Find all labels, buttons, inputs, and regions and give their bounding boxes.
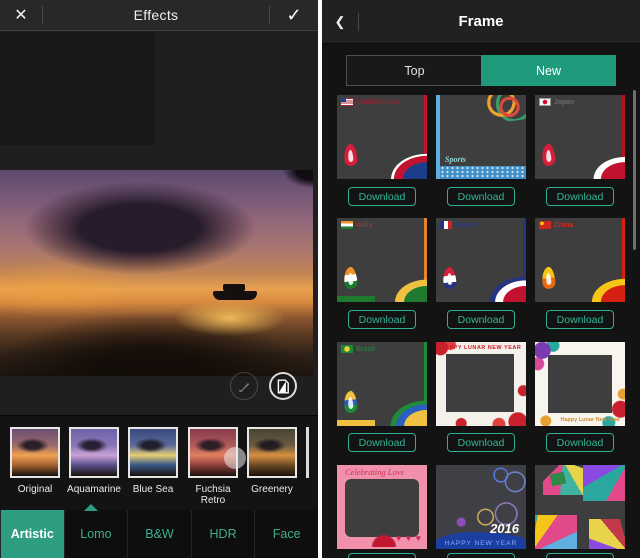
photo-preview[interactable] [0, 170, 313, 376]
us-flag-icon [341, 98, 353, 106]
filter-thumb-original[interactable] [10, 427, 60, 478]
tab-hdr[interactable]: HDR [191, 510, 255, 558]
background-shade [0, 32, 155, 145]
boat-silhouette [213, 291, 257, 300]
frame-caption: Happy Lunar New Year [560, 417, 620, 423]
china-flag-icon [539, 221, 551, 229]
confirm-check-icon[interactable]: ✓ [270, 5, 318, 26]
frame-thumbnail-united-states[interactable]: United States [337, 95, 427, 179]
tab-face[interactable]: Face [254, 510, 318, 558]
scroll-indicator-dot[interactable] [224, 447, 246, 469]
filter-label: Greenery [242, 484, 302, 495]
tab-lomo[interactable]: Lomo [64, 510, 128, 558]
frame-caption: HAPPY NEW YEAR [436, 540, 526, 547]
filter-label: Original [5, 484, 65, 495]
tab-new[interactable]: New [481, 55, 616, 86]
frame-thumbnail-lunar-new-year[interactable]: HAPPY LUNAR NEW YEAR [436, 342, 526, 426]
topbar-divider [358, 13, 359, 31]
screenshot-stage: ✕ Effects ✓ [0, 0, 640, 558]
tab-artistic[interactable]: Artistic [0, 510, 64, 558]
download-button[interactable]: Download [348, 187, 416, 206]
download-button[interactable]: Download [546, 553, 614, 558]
back-icon[interactable]: ❮ [322, 14, 358, 30]
frame-country-label: Brazil [356, 346, 375, 353]
brush-icon [237, 379, 252, 394]
india-flag-icon [341, 221, 353, 229]
filter-thumb-bluesea[interactable] [128, 427, 178, 478]
hearts-decoration [396, 533, 422, 543]
selected-tab-notch [84, 504, 98, 511]
frame-caption: Sports [445, 155, 466, 164]
download-button[interactable]: Download [546, 310, 614, 329]
filter-preview [71, 429, 117, 476]
download-button[interactable]: Download [546, 187, 614, 206]
frame-sort-tabs: Top New [346, 55, 616, 86]
close-icon[interactable]: ✕ [0, 5, 42, 25]
frame-thumbnail-sports[interactable]: Sports [436, 95, 526, 179]
filter-thumb-greenery[interactable] [247, 427, 297, 478]
frame-caption: Celebrating Love [345, 467, 404, 477]
tab-top[interactable]: Top [347, 56, 482, 85]
frame-screen: ❮ Frame Top New United States Download S… [322, 0, 640, 558]
download-button[interactable]: Download [348, 553, 416, 558]
palm-silhouette [283, 170, 313, 188]
filter-category-tabs: Artistic Lomo B&W HDR Face [0, 510, 318, 558]
next-filter-edge [306, 427, 309, 478]
filter-preview [130, 429, 176, 476]
frame-thumbnail-triangles[interactable] [535, 465, 625, 549]
compare-original-button[interactable] [269, 372, 297, 400]
frame-country-label: India [356, 222, 372, 229]
frame-caption: HAPPY LUNAR NEW YEAR [436, 345, 526, 351]
filter-thumb-aquamarine[interactable] [69, 427, 119, 478]
brush-tool-button[interactable] [230, 372, 258, 400]
download-button[interactable]: Download [348, 433, 416, 452]
brazil-flag-icon [341, 345, 353, 353]
filter-preview [249, 429, 295, 476]
download-button[interactable]: Download [447, 187, 515, 206]
france-flag-icon [440, 221, 452, 229]
frame-topbar: ❮ Frame [322, 0, 640, 44]
download-button[interactable]: Download [447, 433, 515, 452]
filter-label: Fuchsia Retro [183, 484, 243, 506]
effects-screen: ✕ Effects ✓ [0, 0, 318, 558]
frame-thumbnail-lunar-flowers[interactable]: Happy Lunar New Year [535, 342, 625, 426]
frame-thumbnail-japan[interactable]: Japan [535, 95, 625, 179]
frame-thumbnail-china[interactable]: China [535, 218, 625, 302]
filter-label: Aquamarine [64, 484, 124, 495]
frame-thumbnail-india[interactable]: India [337, 218, 427, 302]
download-button[interactable]: Download [447, 553, 515, 558]
download-button[interactable]: Download [546, 433, 614, 452]
tab-bw[interactable]: B&W [127, 510, 191, 558]
filter-label: Blue Sea [123, 484, 183, 495]
frame-country-label: United States [356, 99, 401, 106]
frame-thumbnail-brazil[interactable]: Brazil [337, 342, 427, 426]
frame-country-label: France [455, 222, 478, 229]
vertical-scrollbar[interactable] [633, 90, 636, 250]
frame-title: Frame [322, 13, 640, 30]
frame-thumbnail-france[interactable]: France [436, 218, 526, 302]
filter-preview [12, 429, 58, 476]
frame-country-label: Japan [554, 99, 574, 106]
frame-year-label: 2016 [490, 521, 519, 536]
japan-flag-icon [539, 98, 551, 106]
filters-strip: Original Aquamarine Blue Sea Fuchsia Ret… [0, 415, 318, 510]
effects-title: Effects [43, 7, 269, 23]
compare-icon [276, 379, 290, 394]
effects-topbar: ✕ Effects ✓ [0, 0, 318, 31]
frame-thumbnail-new-year-2016[interactable]: 2016 HAPPY NEW YEAR [436, 465, 526, 549]
download-button[interactable]: Download [348, 310, 416, 329]
frame-thumbnail-celebrating-love[interactable]: Celebrating Love [337, 465, 427, 549]
frame-country-label: China [554, 222, 573, 229]
download-button[interactable]: Download [447, 310, 515, 329]
